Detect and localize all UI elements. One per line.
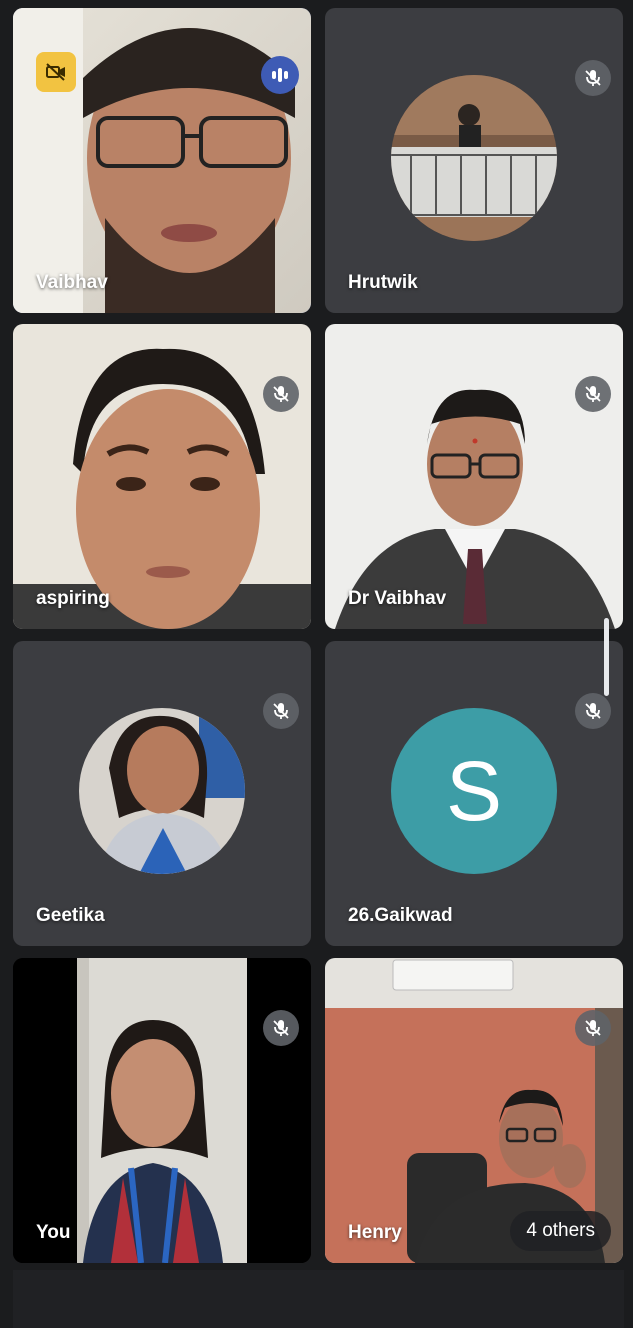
- mic-muted-indicator: [263, 693, 299, 729]
- participant-tile-dr-vaibhav[interactable]: Dr Vaibhav: [325, 324, 623, 629]
- mic-off-icon: [273, 386, 289, 402]
- mic-muted-indicator: [575, 376, 611, 412]
- avatar: [79, 708, 245, 874]
- participant-tile-you[interactable]: You: [13, 958, 311, 1263]
- mic-off-icon: [273, 703, 289, 719]
- mic-muted-indicator: [575, 1010, 611, 1046]
- participant-tile-aspiring[interactable]: aspiring: [13, 324, 311, 629]
- camera-off-badge: [36, 52, 76, 92]
- participant-name: Hrutwik: [348, 272, 418, 293]
- mic-muted-indicator: [263, 376, 299, 412]
- participant-video-aspiring: [13, 324, 311, 629]
- participant-name: Dr Vaibhav: [348, 588, 447, 609]
- mic-muted-indicator[interactable]: [263, 1010, 299, 1046]
- mic-off-icon: [585, 386, 601, 402]
- participant-name: You: [36, 1222, 71, 1243]
- participant-video-dr-vaibhav: [325, 324, 623, 629]
- mic-muted-indicator: [575, 693, 611, 729]
- bottom-bar: [13, 1270, 624, 1328]
- mic-off-icon: [273, 1020, 289, 1036]
- participant-tile-gaikwad[interactable]: S 26.Gaikwad: [325, 641, 623, 946]
- participant-tile-geetika[interactable]: Geetika: [13, 641, 311, 946]
- participant-name: Vaibhav: [36, 272, 108, 293]
- participant-name: aspiring: [36, 588, 110, 609]
- speaking-indicator: [261, 56, 299, 94]
- avatar: [391, 75, 557, 241]
- video-off-icon: [46, 63, 65, 81]
- others-count-button[interactable]: 4 others: [510, 1211, 611, 1251]
- participant-tile-henry[interactable]: Henry 4 others: [325, 958, 623, 1263]
- participant-name: Geetika: [36, 905, 105, 926]
- scrollbar-thumb[interactable]: [604, 618, 609, 696]
- participant-tile-vaibhav[interactable]: Vaibhav: [13, 8, 311, 313]
- mic-muted-indicator: [575, 60, 611, 96]
- participant-tile-hrutwik[interactable]: Hrutwik: [325, 8, 623, 313]
- participant-name: 26.Gaikwad: [348, 905, 453, 926]
- audio-level-icon: [272, 68, 288, 82]
- participant-name: Henry: [348, 1222, 402, 1243]
- mic-off-icon: [585, 70, 601, 86]
- mic-off-icon: [585, 703, 601, 719]
- avatar-letter: S: [391, 708, 557, 874]
- participant-video-you: [13, 958, 311, 1263]
- mic-off-icon: [585, 1020, 601, 1036]
